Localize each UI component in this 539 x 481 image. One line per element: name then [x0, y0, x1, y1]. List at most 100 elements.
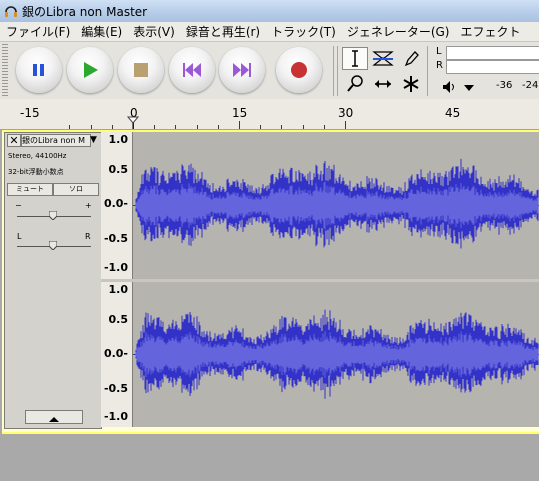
amp-label: 1.0 [108, 133, 129, 146]
ruler-tick [69, 125, 70, 129]
play-button[interactable] [67, 47, 113, 93]
track-control-panel: ✕ 銀のLibra non M ▼ Stereo, 44100Hz 32-bit… [4, 132, 102, 429]
amp-label: 0.0- [103, 197, 128, 210]
multi-tool[interactable] [398, 72, 424, 95]
amp-label: -1.0 [103, 261, 128, 274]
stop-button[interactable] [118, 47, 164, 93]
ruler-label: 15 [232, 106, 248, 120]
meter-tick: -36 [496, 80, 513, 91]
ruler-tick [281, 125, 282, 129]
ruler-tick [303, 125, 304, 129]
gain-minus-label: − [15, 201, 22, 210]
track-menu-arrow-icon[interactable]: ▼ [90, 135, 97, 145]
ruler-tick [218, 125, 219, 129]
pause-button[interactable] [16, 47, 62, 93]
meter-toolbar: L R -36 -24 [430, 44, 539, 98]
amp-label: 0.5 [108, 163, 129, 176]
ruler-tick [260, 125, 261, 129]
track-close-button[interactable]: ✕ [7, 134, 21, 147]
asterisk-icon [403, 76, 419, 92]
amplitude-ruler-right: 1.0 0.5 0.0- -0.5 -1.0 [101, 282, 133, 427]
toolbar-grip[interactable] [2, 44, 8, 96]
amp-label: -0.5 [103, 232, 128, 245]
amp-label: 0.5 [108, 313, 129, 326]
track-name: 銀のLibra non M [22, 136, 85, 145]
amplitude-ruler-left: 1.0 0.5 0.0- -0.5 -1.0 [101, 132, 133, 279]
menu-file[interactable]: ファイル(F) [0, 23, 75, 40]
playhead-marker-icon [127, 116, 139, 129]
waveform-left-svg [133, 158, 539, 249]
zoom-tool[interactable] [342, 72, 368, 95]
menu-effect[interactable]: エフェクト [455, 23, 526, 40]
meter-right-label: R [436, 60, 443, 71]
menu-view[interactable]: 表示(V) [127, 23, 180, 40]
menu-transport[interactable]: 録音と再生(r) [180, 23, 265, 40]
ruler-label: -15 [20, 106, 40, 120]
track-header: ✕ 銀のLibra non M ▼ [5, 133, 101, 147]
skip-to-end-button[interactable] [219, 47, 265, 93]
ruler-tick [239, 121, 240, 129]
menu-bar: ファイル(F) 編集(E) 表示(V) 録音と再生(r) トラック(T) ジェネ… [0, 22, 539, 42]
meter-right-bar[interactable] [446, 60, 539, 74]
menu-generate[interactable]: ジェネレーター(G) [341, 23, 455, 40]
gain-plus-label: + [85, 201, 92, 210]
ruler-label: 30 [338, 106, 354, 120]
record-button[interactable] [276, 47, 322, 93]
ruler-tick [154, 125, 155, 129]
pan-slider-thumb[interactable] [49, 241, 57, 250]
meter-left-bar[interactable] [446, 46, 539, 60]
meter-left-label: L [436, 46, 442, 57]
time-shift-tool[interactable] [370, 72, 396, 95]
meter-tick: -24 [522, 80, 539, 91]
menu-tracks[interactable]: トラック(T) [265, 23, 341, 40]
envelope-tool[interactable] [370, 47, 396, 70]
waveform-right-svg [133, 309, 539, 399]
mute-button[interactable]: ミュート [7, 183, 53, 196]
title-bar[interactable]: 銀のLibra non Master [0, 0, 539, 23]
track-name-menu[interactable]: 銀のLibra non M [21, 134, 91, 147]
toolbar-separator [333, 46, 334, 96]
ruler-tick [175, 125, 176, 129]
double-arrow-icon [375, 80, 391, 88]
stop-icon [134, 63, 148, 77]
track-format: Stereo, 44100Hz [8, 152, 67, 160]
waveform-right-channel[interactable] [133, 282, 539, 427]
speaker-icon[interactable] [442, 80, 458, 94]
solo-button[interactable]: ソロ [53, 183, 99, 196]
ruler-tick [324, 125, 325, 129]
gain-slider-thumb[interactable] [49, 211, 57, 220]
window-title: 銀のLibra non Master [22, 5, 148, 19]
ruler-tick [91, 125, 92, 129]
record-icon [291, 62, 307, 78]
track-bitdepth: 32-bit浮動小数点 [8, 168, 64, 176]
toolbar-separator [337, 46, 338, 96]
amp-label: -1.0 [103, 410, 128, 423]
amp-label: 0.0- [103, 347, 128, 360]
draw-tool[interactable] [398, 47, 424, 70]
amp-label: -0.5 [103, 382, 128, 395]
toolbar: L R -36 -24 [0, 42, 539, 100]
menu-edit[interactable]: 編集(E) [75, 23, 127, 40]
waveform-left-channel[interactable] [133, 132, 539, 279]
headphones-icon [5, 6, 17, 17]
ruler-tick [197, 125, 198, 129]
skip-to-start-icon [183, 63, 201, 77]
skip-to-start-button[interactable] [169, 47, 215, 93]
collapse-track-button[interactable] [25, 410, 83, 424]
selection-tool[interactable] [342, 47, 368, 70]
ibeam-icon [352, 50, 358, 67]
play-icon [84, 62, 98, 78]
ruler-label: 45 [445, 106, 461, 120]
envelope-icon [372, 51, 394, 66]
ruler-tick [112, 125, 113, 129]
meter-dropdown-icon[interactable] [462, 82, 476, 94]
pencil-icon [404, 51, 419, 67]
skip-to-end-icon [233, 63, 251, 77]
close-icon: ✕ [9, 134, 19, 147]
pan-right-label: R [85, 232, 91, 241]
timeline-ruler[interactable]: -15 0 15 30 45 [0, 99, 539, 130]
amp-label: 1.0 [108, 283, 129, 296]
collapse-up-icon [49, 417, 59, 422]
ruler-tick [345, 121, 346, 129]
magnifier-icon [347, 75, 363, 92]
